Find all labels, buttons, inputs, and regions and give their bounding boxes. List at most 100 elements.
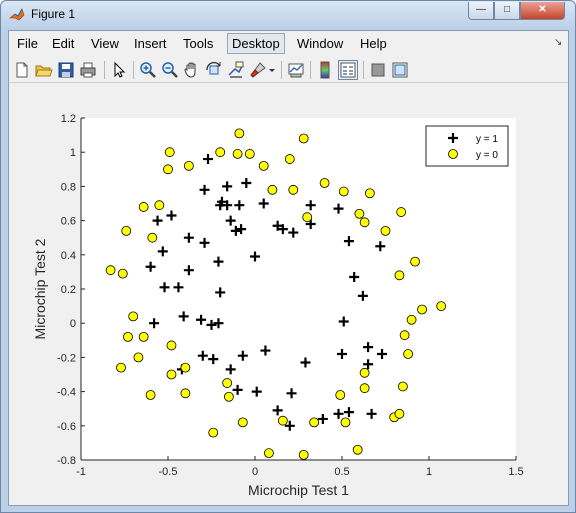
menu-help[interactable]: Help: [356, 35, 391, 52]
link-plot-icon[interactable]: [287, 61, 305, 79]
data-point-y0: [406, 314, 417, 325]
data-point-y0: [359, 217, 370, 228]
figure-canvas[interactable]: -1 -0.5 0 0.5 1 1.5 -0.8 -0.6 -0.4 -0.2 0 0.2 0.4 0.6…: [9, 85, 568, 505]
data-point-y0: [403, 349, 414, 359]
print-icon[interactable]: [79, 61, 97, 79]
x-tick-label: -0.5: [159, 466, 178, 478]
brush-icon[interactable]: [249, 61, 267, 79]
data-point-y0: [105, 265, 116, 276]
save-icon[interactable]: [57, 61, 75, 79]
data-cursor-icon[interactable]: [227, 61, 245, 79]
menu-insert[interactable]: Insert: [130, 35, 171, 52]
x-tick-label: 1: [426, 466, 432, 478]
menu-edit[interactable]: Edit: [48, 35, 78, 52]
data-point-y0: [354, 208, 365, 219]
y-tick-label: 0: [70, 318, 76, 330]
menu-file[interactable]: File: [13, 35, 42, 52]
data-point-y0: [138, 331, 149, 342]
toolbar-separator: [363, 61, 364, 79]
close-button[interactable]: ✕: [520, 2, 565, 20]
legend-label-y1: y = 1: [476, 134, 498, 145]
window-title: Figure 1: [31, 7, 76, 21]
menu-window[interactable]: Window: [293, 35, 347, 52]
data-point-y0: [396, 207, 407, 217]
y-tick-label: -0.2: [57, 352, 76, 364]
data-point-y0: [215, 147, 226, 158]
hide-plot-tools-icon[interactable]: [369, 61, 387, 79]
legend-label-y0: y = 0: [476, 150, 498, 161]
data-point-y0: [147, 232, 158, 243]
data-point-y0: [359, 367, 370, 378]
x-tick-label: -1: [76, 466, 86, 478]
brush-dropdown-icon[interactable]: [267, 61, 277, 79]
matlab-logo-icon: [9, 8, 25, 21]
data-point-y0: [244, 149, 255, 159]
y-tick-label: 0.6: [61, 216, 76, 228]
data-point-y0: [116, 362, 126, 373]
data-point-y0: [154, 200, 165, 211]
show-plot-tools-icon[interactable]: [391, 61, 409, 79]
data-point-y0: [309, 417, 320, 428]
edit-plot-arrow-icon[interactable]: [110, 61, 128, 79]
data-point-y0: [234, 128, 245, 139]
data-point-y0: [237, 417, 248, 428]
data-point-y0: [117, 268, 128, 279]
data-point-y0: [138, 202, 149, 212]
pan-hand-icon[interactable]: [183, 61, 201, 79]
data-point-y0: [380, 225, 391, 236]
y-tick-label: 0.8: [61, 181, 76, 193]
toolbar-separator: [281, 61, 282, 79]
y-tick-label: -0.6: [57, 421, 76, 433]
data-point-y0: [364, 188, 375, 199]
data-point-y0: [319, 178, 330, 188]
data-point-y0: [164, 147, 175, 158]
minimize-button[interactable]: —: [468, 2, 494, 20]
legend-marker-y0: [448, 149, 458, 159]
colorbar-icon[interactable]: [316, 61, 334, 79]
data-point-y0: [288, 184, 299, 195]
data-point-y0: [258, 160, 269, 171]
data-point-y0: [267, 184, 278, 195]
scatter-plot[interactable]: -1 -0.5 0 0.5 1 1.5 -0.8 -0.6 -0.4 -0.2 0 0.2 0.4 0.6…: [9, 85, 568, 505]
data-point-y0: [166, 369, 177, 380]
axes-background: [81, 118, 516, 460]
figure-window: Figure 1 — □ ✕ File Edit View Insert Too…: [0, 0, 576, 513]
data-point-y0: [123, 331, 133, 342]
y-tick-label: 1: [70, 147, 76, 159]
data-point-y0: [340, 417, 351, 428]
y-tick-label: 0.4: [61, 250, 76, 262]
data-point-y0: [302, 212, 313, 223]
data-point-y0: [298, 133, 309, 144]
zoom-out-icon[interactable]: [161, 61, 179, 79]
data-point-y0: [180, 388, 191, 399]
data-point-y0: [232, 149, 243, 159]
data-point-y0: [338, 186, 349, 197]
open-file-icon[interactable]: [35, 61, 53, 79]
data-point-y0: [298, 449, 309, 460]
legend-icon[interactable]: [338, 60, 358, 80]
data-point-y0: [394, 270, 405, 281]
data-point-y0: [436, 301, 447, 312]
menu-tools[interactable]: Tools: [179, 35, 217, 52]
menu-bar: File Edit View Insert Tools Desktop Wind…: [9, 31, 568, 57]
zoom-in-icon[interactable]: [139, 61, 157, 79]
y-tick-label: -0.8: [57, 455, 76, 467]
data-point-y0: [359, 383, 370, 394]
data-point-y0: [335, 390, 346, 400]
menu-desktop[interactable]: Desktop: [227, 33, 285, 54]
data-point-y0: [222, 378, 233, 388]
new-figure-icon[interactable]: [13, 61, 31, 79]
figure-client-area: File Edit View Insert Tools Desktop Wind…: [8, 30, 569, 506]
data-point-y0: [208, 427, 219, 438]
x-tick-label: 0: [252, 466, 258, 478]
title-bar[interactable]: Figure 1 — □ ✕: [1, 1, 575, 29]
data-point-y0: [183, 160, 194, 171]
data-point-y0: [145, 390, 156, 400]
menu-dock-arrow-icon[interactable]: ↘: [554, 37, 562, 48]
maximize-button[interactable]: □: [494, 2, 520, 20]
menu-view[interactable]: View: [87, 35, 123, 52]
data-point-y0: [397, 381, 408, 392]
rotate-3d-icon[interactable]: [205, 61, 223, 79]
y-tick-label: 1.2: [61, 113, 76, 125]
data-point-y0: [417, 304, 427, 315]
